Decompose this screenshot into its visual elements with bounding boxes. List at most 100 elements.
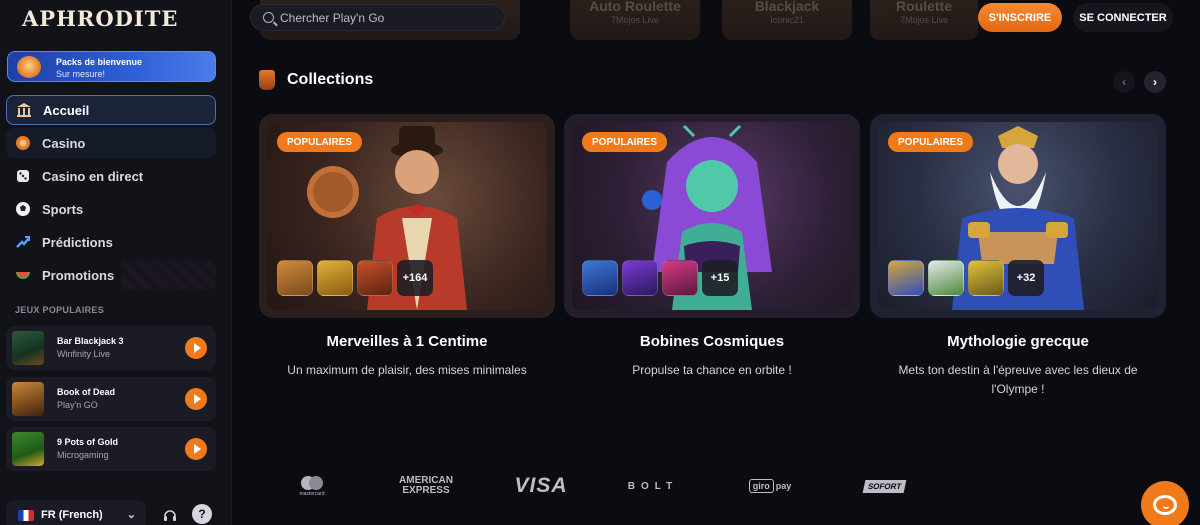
collection-card[interactable]: POPULAIRES +15 [564, 114, 860, 318]
game-thumbnail [12, 382, 44, 416]
popular-badge: POPULAIRES [582, 132, 668, 152]
mini-game-thumb[interactable] [662, 260, 698, 296]
collection-artwork: POPULAIRES +32 [878, 122, 1158, 310]
mini-game-thumb[interactable] [277, 260, 313, 296]
headset-icon[interactable] [157, 504, 183, 525]
search-input[interactable] [280, 10, 480, 25]
nav-label: Casino [42, 135, 86, 151]
promo-subtitle: Sur mesure! [56, 69, 106, 79]
nav-item-sports[interactable]: Sports [6, 194, 216, 224]
sidebar: APHRODITE Packs de bienvenue Sur mesure!… [0, 0, 232, 525]
game-thumbnail [12, 432, 44, 466]
promo-title: Packs de bienvenue [56, 57, 143, 67]
search-icon [263, 12, 274, 23]
collection-thumbnails: +164 [277, 260, 433, 296]
signup-button[interactable]: S'INSCRIRE [978, 3, 1062, 32]
carousel-prev-button[interactable]: ‹ [1113, 71, 1135, 93]
mini-game-thumb[interactable] [357, 260, 393, 296]
tile-title: Roulette [896, 0, 952, 14]
amex-bottom: EXPRESS [402, 485, 450, 496]
promotions-pattern [121, 260, 216, 290]
more-games-count[interactable]: +164 [397, 260, 433, 296]
popular-game-card[interactable]: Book of Dead Play'n GO [6, 377, 216, 421]
game-thumbnail [12, 331, 44, 365]
game-provider: Winfinity Live [57, 349, 111, 359]
tile-provider: Iconic21 [770, 15, 804, 25]
popular-games-heading: JEUX POPULAIRES [15, 305, 105, 315]
collection-description: Mets ton destin à l'épreuve avec les die… [898, 363, 1138, 396]
live-chat-button[interactable] [1141, 481, 1189, 525]
collection-card[interactable]: POPULAIRES +32 [870, 114, 1166, 318]
nav-item-predictions[interactable]: Prédictions [6, 227, 216, 257]
game-title: Book of Dead [57, 387, 116, 397]
game-provider: Play'n GO [57, 400, 98, 410]
more-games-count[interactable]: +32 [1008, 260, 1044, 296]
mini-game-thumb[interactable] [928, 260, 964, 296]
mini-game-thumb[interactable] [582, 260, 618, 296]
mastercard-logo: mastercard [292, 474, 332, 498]
play-button[interactable] [185, 337, 207, 359]
app-root: APHRODITE Packs de bienvenue Sur mesure!… [0, 0, 1200, 525]
collection-name: Mythologie grecque [947, 333, 1089, 350]
nav-item-accueil[interactable]: Accueil [6, 95, 216, 125]
language-select[interactable]: FR (French) ⌄ [6, 500, 146, 525]
france-flag-icon [18, 509, 34, 521]
gift-shell-icon [17, 56, 41, 78]
mini-game-thumb[interactable] [317, 260, 353, 296]
carousel-next-button[interactable]: › [1144, 71, 1166, 93]
chevron-down-icon: ⌄ [126, 509, 136, 521]
collection-description: Propulse ta chance en orbite ! [632, 363, 792, 377]
help-icon[interactable]: ? [192, 504, 212, 524]
language-label: FR (French) [41, 509, 103, 521]
game-title: Bar Blackjack 3 [57, 336, 124, 346]
bolt-logo: BOLT [627, 480, 679, 492]
collection-card[interactable]: POPULAIRES +164 [259, 114, 555, 318]
giro-text: giro [748, 479, 774, 493]
tile-title: Auto Roulette [589, 0, 681, 14]
nav-item-live-casino[interactable]: Casino en direct [6, 161, 216, 191]
nav-label: Accueil [43, 102, 90, 118]
mini-game-thumb[interactable] [968, 260, 1004, 296]
brand-logo[interactable]: APHRODITE [22, 6, 178, 31]
collections-header: Collections [259, 70, 373, 90]
collections-title: Collections [287, 71, 374, 88]
trend-arrow-icon [13, 232, 33, 252]
giro-pay-text: pay [775, 481, 792, 491]
chat-icon [1153, 495, 1177, 515]
collection-thumbnails: +15 [582, 260, 738, 296]
tile-provider: 7Mojos Live [899, 15, 949, 25]
game-title: 9 Pots of Gold [57, 437, 119, 447]
search-bar[interactable] [250, 4, 505, 31]
collection-name: Merveilles à 1 Centime [326, 333, 488, 350]
chip-icon [13, 133, 33, 153]
soccer-ball-icon [13, 199, 33, 219]
login-button[interactable]: SE CONNECTER [1073, 3, 1173, 32]
amex-logo: AMERICAN EXPRESS [392, 474, 460, 498]
collection-description: Un maximum de plaisir, des mises minimal… [287, 363, 527, 377]
popular-game-card[interactable]: 9 Pots of Gold Microgaming [6, 427, 216, 471]
nav-label: Promotions [42, 267, 115, 283]
nav-item-promotions[interactable]: Promotions [6, 260, 216, 290]
nav-label: Sports [42, 201, 84, 217]
tile-provider: 7Mojos Live [610, 15, 660, 25]
giropay-logo: giro pay [748, 474, 792, 498]
popular-badge: POPULAIRES [888, 132, 974, 152]
tile-title: Blackjack [754, 0, 820, 14]
collection-artwork: POPULAIRES +15 [572, 122, 852, 310]
background-game-tile[interactable]: Roulette 7Mojos Live [870, 0, 978, 40]
mini-game-thumb[interactable] [888, 260, 924, 296]
game-provider: Microgaming [57, 450, 109, 460]
background-game-tile[interactable]: Blackjack Iconic21 [722, 0, 852, 40]
mini-game-thumb[interactable] [622, 260, 658, 296]
more-games-count[interactable]: +15 [702, 260, 738, 296]
collection-name: Bobines Cosmiques [639, 333, 785, 350]
background-game-tile[interactable]: Auto Roulette 7Mojos Live [570, 0, 700, 40]
welcome-pack-banner[interactable]: Packs de bienvenue Sur mesure! [7, 51, 216, 82]
popular-game-card[interactable]: Bar Blackjack 3 Winfinity Live [6, 326, 216, 370]
collection-artwork: POPULAIRES +164 [267, 122, 547, 310]
mastercard-label: mastercard [299, 491, 325, 497]
nav-item-casino[interactable]: Casino [6, 128, 216, 158]
nav-label: Casino en direct [42, 168, 144, 184]
play-button[interactable] [185, 438, 207, 460]
play-button[interactable] [185, 388, 207, 410]
